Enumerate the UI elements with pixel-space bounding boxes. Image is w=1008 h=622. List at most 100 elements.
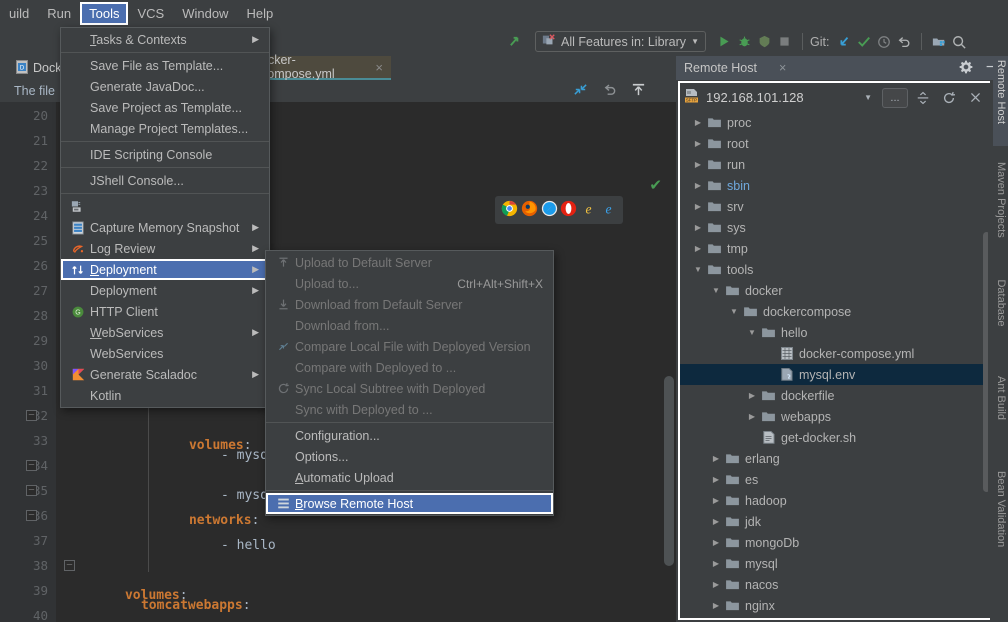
strip-tab-bean-validation[interactable]: Bean Validation — [993, 461, 1008, 571]
tree-item-dockerfile[interactable]: ▶ dockerfile — [680, 385, 988, 406]
menu-run[interactable]: Run — [38, 2, 80, 25]
menu-item-deployment[interactable]: Deployment ▶ — [61, 259, 269, 280]
fold-marker[interactable]: – — [26, 510, 37, 521]
tree-item-mysql[interactable]: ▶ mysql — [680, 553, 988, 574]
tree-item-erlang[interactable]: ▶ erlang — [680, 448, 988, 469]
menu-item-compare-local-file-with-deployed-version[interactable]: Compare Local File with Deployed Version — [266, 336, 553, 357]
browse-ellipsis-button[interactable]: ... — [882, 87, 908, 108]
menu-item-sync-local-subtree-with-deployed[interactable]: Sync Local Subtree with Deployed — [266, 378, 553, 399]
chevron-right-icon[interactable]: ▶ — [708, 559, 724, 568]
git-commit-icon[interactable] — [854, 32, 874, 52]
tree-item-root[interactable]: ▶ root — [680, 133, 988, 154]
chevron-right-icon[interactable]: ▶ — [744, 391, 760, 400]
run-configuration-selector[interactable]: All Features in: Library ▼ — [535, 31, 706, 52]
tree-item-srv[interactable]: ▶ srv — [680, 196, 988, 217]
ie-icon[interactable]: e — [580, 200, 597, 220]
menu-item-configuration[interactable]: Configuration... — [266, 425, 553, 446]
chevron-right-icon[interactable]: ▶ — [708, 538, 724, 547]
close-icon[interactable]: × — [779, 61, 786, 75]
upload-icon[interactable] — [631, 82, 646, 100]
inspection-ok-icon[interactable]: ✔ — [649, 176, 662, 194]
chevron-right-icon[interactable]: ▶ — [690, 118, 706, 127]
menu-item-download-from[interactable]: Download from... — [266, 315, 553, 336]
chevron-right-icon[interactable]: ▶ — [690, 139, 706, 148]
menu-vcs[interactable]: VCS — [128, 2, 173, 25]
menu-item-automatic-upload[interactable]: Automatic Upload — [266, 467, 553, 488]
menu-item-alibaba-coding-guidelines[interactable]: Log Review ▶ — [61, 238, 269, 259]
menu-item-jshell-console[interactable]: JShell Console... — [61, 170, 269, 191]
menu-item-generate-scaladoc[interactable]: WebServices — [61, 343, 269, 364]
tree-item-hello[interactable]: ▼ hello — [680, 322, 988, 343]
chevron-down-icon[interactable]: ▼ — [726, 307, 742, 316]
menu-item-http-client[interactable]: Deployment ▶ — [61, 280, 269, 301]
tree-item-run[interactable]: ▶ run — [680, 154, 988, 175]
edge-icon[interactable]: e — [600, 200, 617, 220]
menu-item-save-project-as-template[interactable]: Save Project as Template... — [61, 97, 269, 118]
chevron-down-icon[interactable]: ▼ — [864, 93, 872, 102]
project-structure-icon[interactable] — [929, 32, 949, 52]
refresh-icon[interactable] — [938, 88, 960, 108]
chevron-right-icon[interactable]: ▶ — [690, 202, 706, 211]
tree-item-es[interactable]: ▶ es — [680, 469, 988, 490]
menu-item-upload-to-default-server[interactable]: Upload to Default Server — [266, 252, 553, 273]
menu-item-manage-project-templates[interactable]: Manage Project Templates... — [61, 118, 269, 139]
chevron-down-icon[interactable]: ▼ — [744, 328, 760, 337]
tree-item-tmp[interactable]: ▶ tmp — [680, 238, 988, 259]
menu-item-capture-memory-snapshot[interactable] — [61, 196, 269, 217]
remote-host-selector[interactable]: SFTP 192.168.101.128 ▼ — [684, 88, 878, 107]
menu-build[interactable]: uild — [0, 2, 38, 25]
strip-tab-remote-host[interactable]: Remote Host — [993, 56, 1008, 146]
menu-tools[interactable]: Tools — [80, 2, 129, 25]
menu-item-ide-scripting-console[interactable]: IDE Scripting Console — [61, 144, 269, 165]
tree-item-docker-compose-yml[interactable]: docker-compose.yml — [680, 343, 988, 364]
menu-item-compare-with-deployed-to[interactable]: Compare with Deployed to ... — [266, 357, 553, 378]
menu-help[interactable]: Help — [237, 2, 282, 25]
tree-item-docker[interactable]: ▼ docker — [680, 280, 988, 301]
chrome-icon[interactable] — [501, 200, 518, 220]
chevron-right-icon[interactable]: ▶ — [690, 223, 706, 232]
make-module-icon[interactable] — [505, 32, 525, 52]
collapse-all-icon[interactable] — [912, 88, 934, 108]
firefox-icon[interactable] — [521, 200, 538, 220]
tree-item-webapps[interactable]: ▶ webapps — [680, 406, 988, 427]
remote-host-file-tree[interactable]: ▶ proc ▶ root ▶ run ▶ sbin ▶ srv ▶ sys ▶… — [680, 112, 988, 618]
strip-tab-maven-projects[interactable]: Maven Projects — [993, 156, 1008, 256]
chevron-right-icon[interactable]: ▶ — [708, 475, 724, 484]
tree-item-nginx[interactable]: ▶ nginx — [680, 595, 988, 616]
strip-tab-ant-build[interactable]: Ant Build — [993, 366, 1008, 446]
chevron-right-icon[interactable]: ▶ — [690, 181, 706, 190]
tree-item-sys[interactable]: ▶ sys — [680, 217, 988, 238]
menu-item-kotlin[interactable]: Generate Scaladoc ▶ — [61, 364, 269, 385]
close-icon[interactable]: × — [375, 60, 383, 75]
stop-icon[interactable] — [775, 32, 795, 52]
tree-item-jdk[interactable]: ▶ jdk — [680, 511, 988, 532]
menu-item-webservices[interactable]: WebServices ▶ — [61, 322, 269, 343]
fold-marker[interactable]: – — [26, 410, 37, 421]
menu-item-log-review[interactable]: Capture Memory Snapshot ▶ — [61, 217, 269, 238]
menu-item-groovy-console[interactable]: G HTTP Client — [61, 301, 269, 322]
chevron-right-icon[interactable]: ▶ — [708, 496, 724, 505]
chevron-right-icon[interactable]: ▶ — [744, 412, 760, 421]
tree-item-hadoop[interactable]: ▶ hadoop — [680, 490, 988, 511]
menu-item-sync-with-deployed-to[interactable]: Sync with Deployed to ... — [266, 399, 553, 420]
run-icon[interactable] — [715, 32, 735, 52]
menu-item-browse-remote-host[interactable]: Browse Remote Host — [266, 493, 553, 514]
git-history-icon[interactable] — [874, 32, 894, 52]
chevron-right-icon[interactable]: ▶ — [690, 244, 706, 253]
tree-item-proc[interactable]: ▶ proc — [680, 112, 988, 133]
chevron-right-icon[interactable]: ▶ — [708, 517, 724, 526]
chevron-down-icon[interactable]: ▼ — [708, 286, 724, 295]
search-everywhere-icon[interactable] — [949, 32, 969, 52]
editor-vertical-scrollbar[interactable] — [664, 376, 674, 566]
fold-marker[interactable]: – — [26, 460, 37, 471]
expand-selection-icon[interactable] — [573, 82, 588, 100]
git-update-icon[interactable] — [834, 32, 854, 52]
menu-item-options[interactable]: Options... — [266, 446, 553, 467]
menu-item-tasks-contexts[interactable]: Tasks & Contexts ▶ — [61, 29, 269, 50]
fold-marker[interactable]: – — [26, 485, 37, 496]
debug-icon[interactable] — [735, 32, 755, 52]
undo-icon[interactable] — [602, 82, 617, 100]
run-coverage-icon[interactable] — [755, 32, 775, 52]
menu-item-download-from-default-server[interactable]: Download from Default Server — [266, 294, 553, 315]
fold-marker[interactable]: – — [64, 560, 75, 571]
